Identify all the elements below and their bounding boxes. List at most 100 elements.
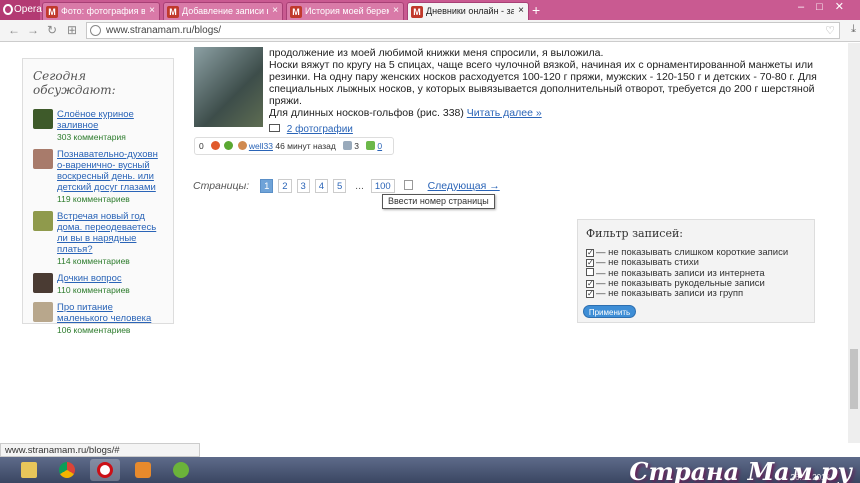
- heart-icon[interactable]: ♡: [825, 24, 835, 37]
- opera-taskbar-button[interactable]: [90, 459, 120, 481]
- close-icon[interactable]: ×: [393, 5, 399, 16]
- pagination-ellipsis: ...: [355, 180, 364, 192]
- vote-up-icon[interactable]: [224, 141, 234, 150]
- page-link[interactable]: 3: [296, 179, 310, 193]
- avatar[interactable]: [33, 302, 53, 322]
- tab-3[interactable]: M История моей беремен... ×: [286, 2, 404, 20]
- page-link[interactable]: 2: [278, 179, 292, 193]
- pagination: Страницы: 1 2 3 4 5 ... 100 Следующая →: [193, 179, 500, 193]
- comments-icon[interactable]: [366, 141, 376, 150]
- user-icon: [237, 141, 247, 150]
- avatar[interactable]: [33, 109, 53, 129]
- tab-1[interactable]: M Фото: фотография в аль... ×: [42, 2, 160, 20]
- page-number-input-icon[interactable]: [403, 180, 413, 190]
- post-intro: продолжение из моей любимой книжки меня …: [269, 47, 604, 59]
- opera-logo-icon: [3, 4, 13, 15]
- vote-down-icon[interactable]: [211, 141, 221, 150]
- page-link[interactable]: 4: [314, 179, 329, 193]
- avatar[interactable]: [33, 273, 53, 293]
- filter-option: ✓ — не показывать стихи: [586, 258, 806, 268]
- speed-dial-grid-icon[interactable]: ⊞: [67, 23, 77, 37]
- filter-checkbox-checked[interactable]: ✓: [586, 280, 594, 288]
- tab-bar: Opera M Фото: фотография в аль... × M До…: [0, 0, 860, 20]
- tab-label: Дневники онлайн - завед...: [426, 6, 514, 16]
- taskbar: 26.11.2013 Страна Мам.ру: [0, 457, 860, 483]
- filter-option-label: — не показывать записи из групп: [596, 288, 744, 299]
- media-player-icon: [135, 462, 151, 478]
- views-count: 3: [354, 141, 359, 151]
- avatar[interactable]: [33, 211, 53, 231]
- opera-icon: [97, 462, 113, 478]
- post-text: продолжение из моей любимой книжки меня …: [269, 47, 824, 119]
- comment-count: 106 комментариев: [57, 325, 131, 335]
- post-stats-bar: 0 well33 46 минут назад 3 0: [194, 137, 394, 155]
- folder-icon: [21, 462, 37, 478]
- posts-filter-panel: Фильтр записей: ✓ — не показывать слишком…: [577, 219, 815, 323]
- rating-value: 0: [199, 141, 204, 151]
- tab-label: Добавление записи в дне...: [182, 6, 268, 16]
- post-body: Носки вяжут по кругу на 5 спицах, чаще в…: [269, 59, 817, 107]
- tab-label: История моей беремен...: [305, 6, 389, 16]
- download-icon[interactable]: ⤓: [851, 23, 856, 36]
- new-tab-plus-icon[interactable]: +: [532, 2, 540, 18]
- url-field[interactable]: www.stranamam.ru/blogs/ ♡: [86, 22, 840, 39]
- filter-checkbox[interactable]: [586, 268, 594, 276]
- discussion-link[interactable]: Про питание маленького человека: [57, 302, 163, 324]
- reload-icon[interactable]: ↻: [47, 23, 57, 37]
- read-more-link[interactable]: Читать далее »: [467, 107, 542, 119]
- next-page-link[interactable]: Следующая →: [428, 180, 500, 192]
- filter-option: ✓ — не показывать записи из групп: [586, 289, 806, 299]
- apply-filter-button[interactable]: Применить: [583, 305, 636, 318]
- scrollbar-thumb[interactable]: [850, 349, 858, 409]
- chrome-icon: [59, 462, 75, 478]
- discussion-link[interactable]: Слоёное куриное заливное: [57, 109, 163, 131]
- camera-icon: [269, 124, 280, 132]
- close-icon[interactable]: ×: [272, 5, 278, 16]
- filter-checkbox-checked[interactable]: ✓: [586, 249, 594, 257]
- discussion-link[interactable]: Познавательно-духовн о-варенично- вусный…: [57, 149, 163, 193]
- page-link-current[interactable]: 1: [260, 179, 274, 193]
- tab-4-active[interactable]: M Дневники онлайн - завед... ×: [407, 2, 529, 20]
- stranamam-favicon-icon: M: [411, 6, 423, 18]
- list-item: Слоёное куриное заливное 303 комментария: [33, 109, 163, 143]
- photos-link[interactable]: 2 фотографии: [287, 124, 353, 135]
- comment-count: 303 комментария: [57, 132, 126, 142]
- discussed-today-panel: Сегодня обсуждают: Слоёное куриное залив…: [22, 58, 174, 335]
- back-arrow-icon[interactable]: ←: [8, 23, 20, 37]
- status-bar-url: www.stranamam.ru/blogs/#: [0, 443, 200, 457]
- pagination-label: Страницы:: [193, 180, 250, 192]
- tab-2[interactable]: M Добавление записи в дне... ×: [163, 2, 283, 20]
- vertical-scrollbar[interactable]: [848, 43, 860, 443]
- explorer-taskbar-button[interactable]: [14, 459, 44, 481]
- discussion-link[interactable]: Дочкин вопрос: [57, 273, 163, 284]
- filter-title: Фильтр записей:: [586, 227, 683, 240]
- opera-menu-label: Opera: [14, 4, 42, 15]
- author-link[interactable]: well33: [249, 141, 273, 151]
- post-last-line: Для длинных носков-гольфов (рис. 338): [269, 107, 464, 119]
- stranamam-favicon-icon: M: [46, 6, 58, 18]
- filter-checkbox-checked[interactable]: ✓: [586, 259, 594, 267]
- page-content: Сегодня обсуждают: Слоёное куриное залив…: [0, 43, 848, 443]
- url-text: www.stranamam.ru/blogs/: [106, 25, 222, 36]
- chrome-taskbar-button[interactable]: [52, 459, 82, 481]
- filter-checkbox-checked[interactable]: ✓: [586, 290, 594, 298]
- discussion-link[interactable]: Встречая новый год дома. переодеваетесь …: [57, 211, 163, 255]
- globe-icon: [90, 25, 101, 36]
- media-player-taskbar-button[interactable]: [128, 459, 158, 481]
- page-link-last[interactable]: 100: [370, 179, 395, 193]
- stranamam-watermark-logo: Страна Мам.ру: [629, 457, 852, 483]
- opera-menu-button[interactable]: Opera: [0, 0, 42, 20]
- tooltip: Ввести номер страницы: [382, 194, 495, 209]
- stranamam-favicon-icon: M: [290, 6, 302, 18]
- avatar[interactable]: [33, 149, 53, 169]
- close-icon[interactable]: ×: [518, 5, 524, 16]
- forward-arrow-icon[interactable]: →: [27, 23, 39, 37]
- post-photo[interactable]: [194, 47, 263, 127]
- utorrent-icon: [173, 462, 189, 478]
- comments-count[interactable]: 0: [377, 141, 382, 151]
- utorrent-taskbar-button[interactable]: [166, 459, 196, 481]
- tab-label: Фото: фотография в аль...: [61, 6, 145, 16]
- page-link[interactable]: 5: [332, 179, 347, 193]
- window-controls[interactable]: –□✕: [798, 0, 856, 13]
- close-icon[interactable]: ×: [149, 5, 155, 16]
